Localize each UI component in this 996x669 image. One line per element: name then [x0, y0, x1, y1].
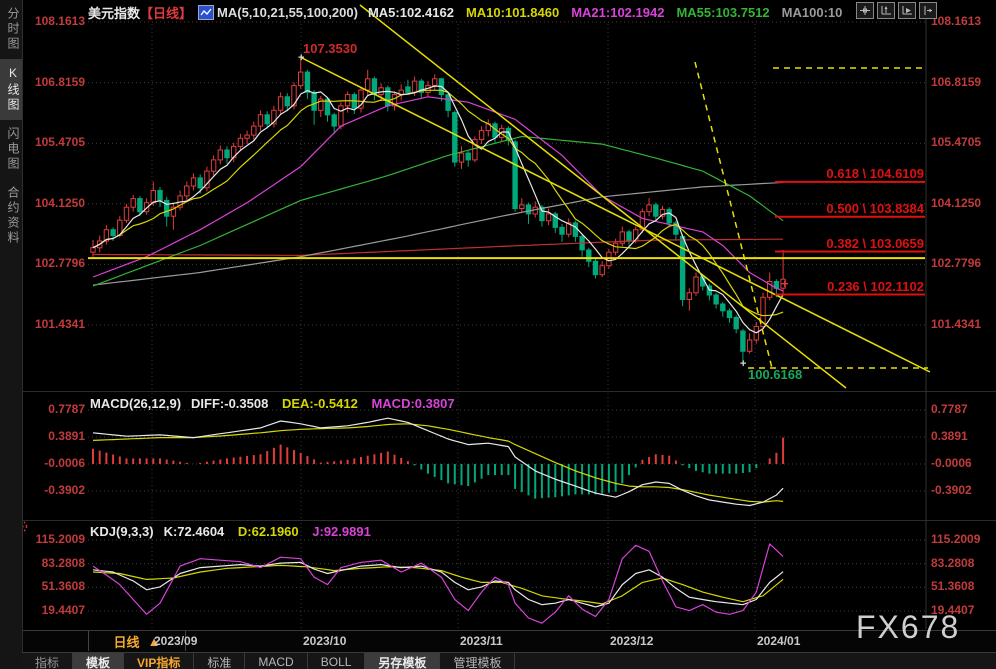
price-tick-label: 51.3608: [931, 579, 975, 594]
macd-dea-value: DEA:-0.5412: [281, 396, 358, 411]
macd-diff-value: DIFF:-0.3508: [191, 396, 269, 411]
ma10-value: MA10:101.8460: [465, 4, 560, 20]
period-tag: 【日线】: [140, 5, 193, 21]
price-tick-label: -0.0006: [44, 456, 85, 470]
price-tick-label: -0.3902: [44, 482, 85, 497]
price-tick-label: 104.1250: [34, 195, 85, 210]
tab-vip-indicators[interactable]: VIP指标: [124, 653, 195, 669]
macd-name: MACD(26,12,9): [90, 396, 182, 411]
price-tick-label: -0.0006: [931, 456, 972, 470]
tab-standard[interactable]: 标准: [194, 653, 246, 669]
ma55-value: MA55:103.7512: [676, 4, 770, 20]
sidebar-item-timeshare[interactable]: 分时图: [0, 0, 22, 59]
price-tick-label: 105.4705: [931, 135, 982, 150]
ma21-value: MA21:102.1942: [571, 4, 665, 20]
axis-play-icon[interactable]: [898, 2, 916, 19]
watermark: FX678: [856, 609, 961, 645]
price-tick-label: 51.3608: [41, 579, 85, 594]
tab-save-template[interactable]: 另存模板: [365, 653, 441, 669]
low-cross-marker: +: [740, 358, 747, 370]
macd-macd-value: MACD:0.3807: [371, 396, 455, 411]
kdj-label-row: KDJ(9,3,3) K:72.4604 D:62.1960 J:92.9891: [90, 524, 371, 539]
kdj-k-value: K:72.4604: [163, 524, 225, 539]
price-tick-label: 115.2009: [931, 532, 981, 546]
exit-chart-icon[interactable]: [919, 2, 937, 19]
kdj-d-value: D:62.1960: [237, 524, 299, 539]
fib-level-236: 0.236 \ 102.1102: [827, 279, 924, 294]
price-tick-label: 106.8159: [34, 74, 85, 89]
axis-scale-up-icon[interactable]: [877, 2, 895, 19]
chart-toolbar: [856, 2, 937, 19]
chart-type-sidebar: 分时图 K线图 闪电图 合约资料: [0, 0, 23, 669]
tab-indicators[interactable]: 指标: [22, 653, 74, 669]
price-tick-label: 0.7787: [48, 401, 85, 416]
price-tick-label: 0.3891: [48, 428, 85, 443]
price-tick-label: 83.2808: [41, 555, 85, 570]
sidebar-item-kline[interactable]: K线图: [0, 59, 22, 120]
month-label: 2023/10: [303, 634, 347, 648]
fib-level-618: 0.618 \ 104.6109: [826, 166, 924, 181]
price-tick-label: 102.7796: [34, 256, 85, 271]
price-tick-label: 104.1250: [931, 195, 982, 210]
tab-manage-template[interactable]: 管理模板: [440, 653, 516, 669]
tab-boll[interactable]: BOLL: [308, 653, 366, 669]
price-tick-label: 115.2009: [35, 532, 85, 546]
ma-settings-label: MA(5,10,21,55,100,200): [217, 4, 358, 20]
price-tick-label: 106.8159: [931, 74, 982, 89]
symbol-name: 美元指数: [88, 5, 141, 21]
price-tick-label: 105.4705: [34, 135, 85, 150]
high-cross-marker: +: [298, 52, 305, 64]
price-tick-label: 0.3891: [931, 428, 968, 443]
price-tick-label: 101.4341: [931, 316, 982, 331]
macd-label-row: MACD(26,12,9) DIFF:-0.3508 DEA:-0.5412 MA…: [90, 396, 455, 411]
fib-level-382: 0.382 \ 103.0659: [826, 236, 924, 251]
price-tick-label: 108.1613: [34, 14, 85, 28]
sidebar-item-contract-info[interactable]: 合约资料: [0, 179, 22, 253]
ma100-value: MA100:10: [781, 4, 843, 20]
tab-macd[interactable]: MACD: [245, 653, 308, 669]
bottom-tab-bar: 指标 模板 VIP指标 标准 MACD BOLL 另存模板 管理模板: [22, 652, 996, 669]
price-tick-label: 19.4407: [41, 603, 85, 617]
pan-crosshair-icon[interactable]: [856, 2, 874, 19]
price-tick-label: 83.2808: [931, 555, 975, 570]
fib-level-500: 0.500 \ 103.8384: [826, 201, 924, 216]
high-price-annotation: 107.3530: [303, 41, 358, 56]
month-label: 2023/12: [610, 634, 654, 648]
low-price-annotation: 100.6168: [748, 367, 803, 382]
last-price-marker: +: [781, 276, 789, 291]
period-label: 日线: [113, 634, 140, 650]
price-tick-label: 0.7787: [931, 401, 968, 416]
price-tick-label: -0.3902: [931, 482, 972, 497]
price-chart-canvas[interactable]: [0, 0, 996, 669]
price-tick-label: 101.4341: [34, 316, 85, 331]
kdj-j-value: J:92.9891: [312, 524, 371, 539]
month-label: 2023/09: [154, 634, 198, 648]
price-tick-label: 102.7796: [931, 256, 982, 271]
tab-templates[interactable]: 模板: [73, 653, 125, 669]
title-bar: 美元指数 【日线】 MA(5,10,21,55,100,200) MA5:102.…: [88, 3, 842, 21]
month-label: 2024/01: [757, 634, 801, 648]
kdj-name: KDJ(9,3,3): [90, 524, 154, 539]
charting-app: 美元指数 【日线】 MA(5,10,21,55,100,200) MA5:102.…: [0, 0, 996, 669]
ma5-value: MA5:102.4162: [367, 4, 454, 20]
month-label: 2023/11: [460, 634, 503, 648]
line-chart-icon[interactable]: [198, 4, 215, 20]
price-tick-label: 108.1613: [931, 14, 982, 28]
sidebar-item-lightning[interactable]: 闪电图: [0, 120, 22, 179]
